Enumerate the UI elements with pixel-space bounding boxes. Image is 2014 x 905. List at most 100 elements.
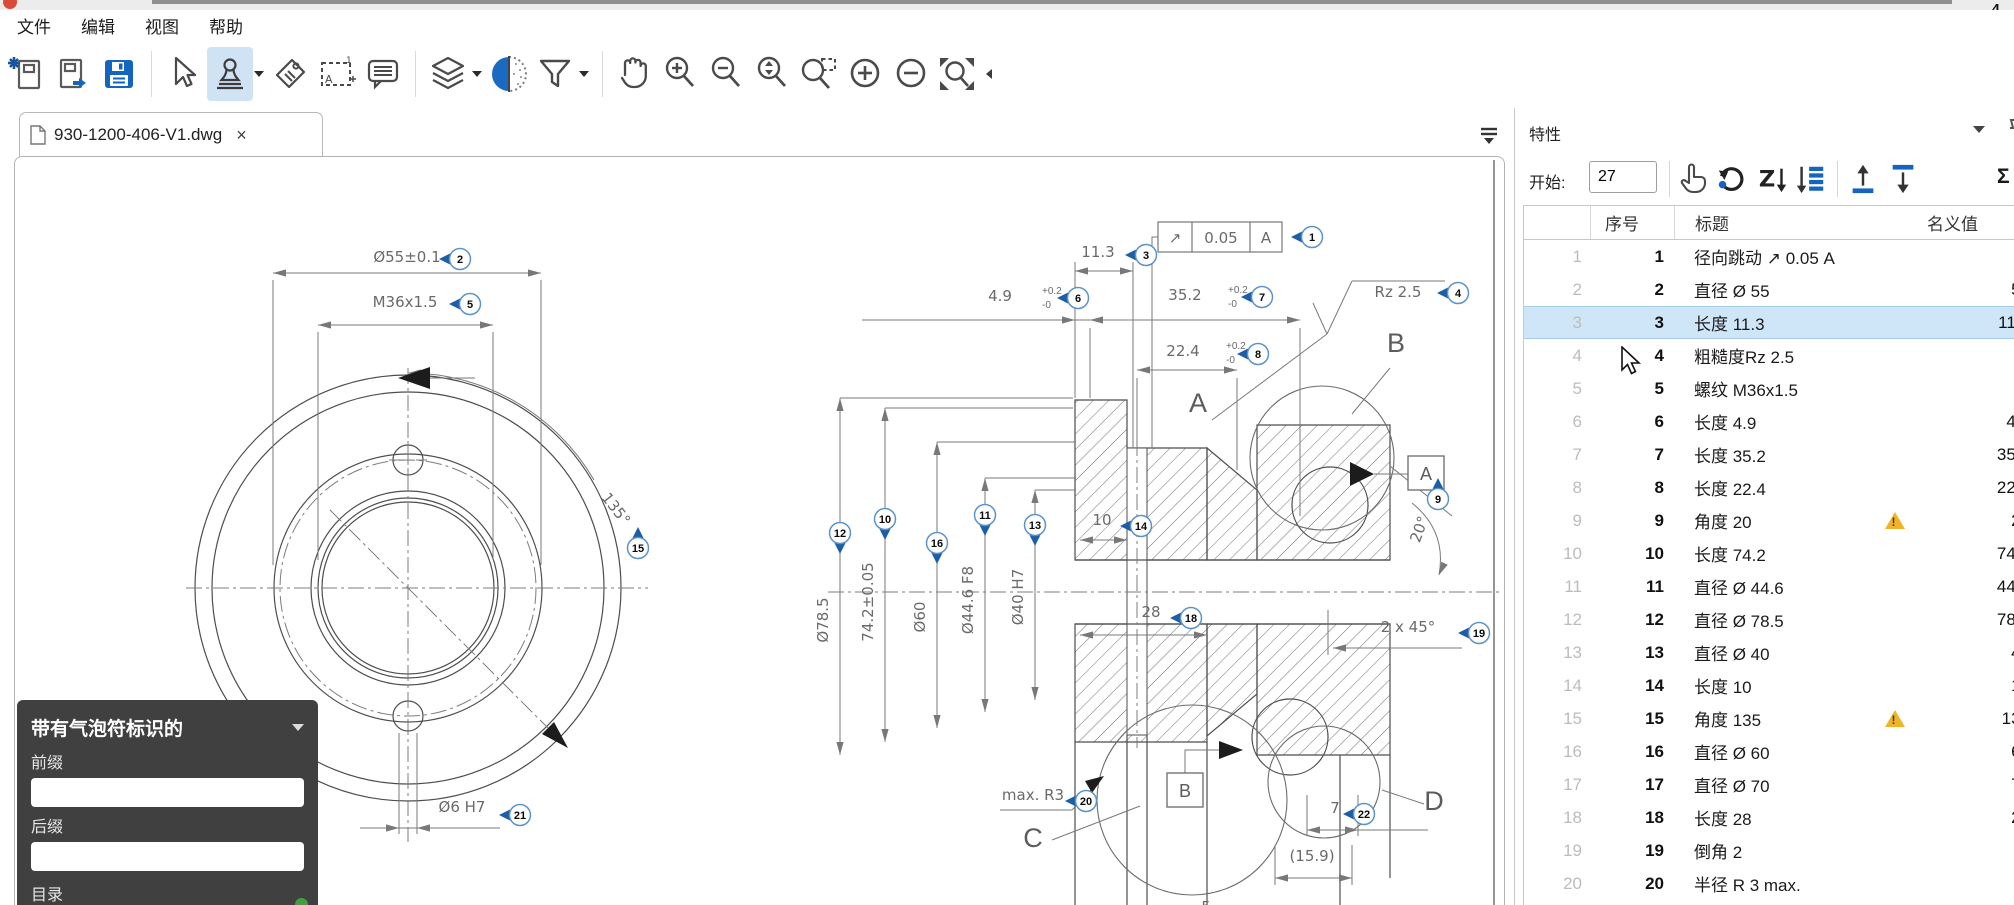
svg-text:6: 6 (1075, 293, 1081, 305)
filter-dropdown-icon[interactable] (579, 71, 589, 77)
column-header-no[interactable]: 序号 (1590, 206, 1674, 239)
sort-z-icon[interactable]: Z (1757, 163, 1789, 195)
column-header-value[interactable]: 名义值 (1927, 210, 2014, 235)
balloon-16[interactable]: 16 (927, 533, 948, 565)
column-header-title[interactable]: 标题 (1674, 206, 1862, 239)
zoom-extents-button[interactable] (934, 47, 980, 101)
balloon-12[interactable]: 12 (830, 523, 851, 555)
row-number: 7 (1590, 445, 1674, 465)
table-row-5[interactable]: 55螺纹 M36x1.5 (1524, 372, 2014, 405)
filter-button[interactable] (532, 47, 578, 101)
dim-text-chamfer: 2 x 45° (1381, 618, 1436, 636)
balloon-15[interactable]: 15 (628, 527, 649, 559)
controls-divider (1669, 161, 1670, 197)
svg-text:Z: Z (1759, 167, 1775, 193)
sort-list-icon[interactable] (1795, 163, 1827, 195)
flip-view-button[interactable] (486, 47, 532, 101)
dim-text-viewC: C (1023, 823, 1043, 853)
circle-minus-button[interactable] (888, 47, 934, 101)
hand-pointer-icon[interactable] (1677, 163, 1709, 195)
pan-button[interactable] (612, 47, 658, 101)
document-tab[interactable]: 930-1200-406-V1.dwg × (19, 112, 323, 157)
svg-text:-0: -0 (1228, 299, 1237, 310)
row-number: 18 (1590, 808, 1674, 828)
table-row-11[interactable]: 1111直径 Ø 44.644.6 (1524, 570, 2014, 603)
row-nominal-value: 135 (1927, 709, 2014, 729)
table-row-19[interactable]: 1919倒角 22 (1524, 834, 2014, 867)
table-row-10[interactable]: 1010长度 74.274.2 (1524, 537, 2014, 570)
balloon-3[interactable]: 3 (1125, 245, 1157, 266)
table-row-1[interactable]: 11径向跳动 ↗ 0.05 A (1524, 240, 2014, 273)
stamp-dropdown-icon[interactable] (254, 71, 264, 77)
tab-overflow-icon[interactable] (1478, 126, 1500, 146)
dim-text-dia6: Ø6 H7 (439, 798, 486, 816)
balloon-stamp-button[interactable] (207, 47, 253, 101)
menu-item-1[interactable]: 编辑 (81, 13, 115, 38)
circle-plus-button[interactable] (842, 47, 888, 101)
table-row-16[interactable]: 1616直径 Ø 6060 (1524, 735, 2014, 768)
menu-item-2[interactable]: 视图 (145, 13, 179, 38)
table-row-17[interactable]: 1717直径 Ø 7070 (1524, 768, 2014, 801)
sum-icon[interactable]: Σ (1997, 165, 2010, 189)
balloon-13[interactable]: 13 (1025, 515, 1046, 547)
row-number: 17 (1590, 775, 1674, 795)
tag-button[interactable] (268, 47, 314, 101)
chevron-down-icon[interactable] (1973, 126, 1985, 133)
layers-dropdown-icon[interactable] (472, 71, 482, 77)
table-row-13[interactable]: 1313直径 Ø 4040 (1524, 636, 2014, 669)
zoom-in-button[interactable] (658, 47, 704, 101)
capture-region-button[interactable]: A1 (314, 47, 360, 101)
chevron-down-icon[interactable] (292, 724, 304, 731)
move-top-icon[interactable] (1847, 163, 1879, 195)
balloon-20[interactable]: 20 (1065, 791, 1097, 812)
suffix-input[interactable] (31, 842, 304, 871)
open-file-button[interactable] (50, 47, 96, 101)
balloon-21[interactable]: 21 (499, 805, 531, 826)
select-cursor-button[interactable] (161, 47, 207, 101)
pin-icon[interactable] (2007, 118, 2014, 142)
tab-close-icon[interactable]: × (236, 125, 247, 146)
zoom-dynamic-button[interactable] (750, 47, 796, 101)
menu-item-0[interactable]: 文件 (17, 13, 51, 38)
zoom-window-button[interactable] (796, 47, 842, 101)
balloon-10[interactable]: 10 (875, 509, 896, 541)
balloon-11[interactable]: 11 (975, 505, 996, 537)
balloon-22[interactable]: 22 (1343, 804, 1375, 825)
move-bottom-icon[interactable] (1887, 163, 1919, 195)
directory-add-icon[interactable] (295, 898, 308, 905)
rotate-icon[interactable] (1715, 163, 1747, 195)
table-row-6[interactable]: 66长度 4.94.9 (1524, 405, 2014, 438)
balloon-2[interactable]: 2 (439, 249, 471, 270)
start-number-input[interactable] (1589, 161, 1657, 193)
zoom-out-button[interactable] (704, 47, 750, 101)
row-nominal-value: 20 (1927, 511, 2014, 531)
warning-icon (1885, 710, 1905, 727)
table-row-7[interactable]: 77长度 35.235.2 (1524, 438, 2014, 471)
table-row-2[interactable]: 22直径 Ø 5555 (1524, 273, 2014, 306)
collapse-arrow-icon[interactable] (986, 69, 992, 79)
table-row-9[interactable]: 99角度 2020 (1524, 504, 2014, 537)
new-file-button[interactable] (4, 47, 50, 101)
suffix-label: 后缀 (31, 813, 304, 837)
comment-button[interactable] (360, 47, 406, 101)
save-button[interactable] (96, 47, 142, 101)
table-row-18[interactable]: 1818长度 2828 (1524, 801, 2014, 834)
table-row-14[interactable]: 1414长度 1010 (1524, 669, 2014, 702)
balloon-5[interactable]: 5 (449, 294, 481, 315)
table-row-15[interactable]: 1515角度 135135 (1524, 702, 2014, 735)
table-row-8[interactable]: 88长度 22.422.4 (1524, 471, 2014, 504)
table-row-12[interactable]: 1212直径 Ø 78.578.5 (1524, 603, 2014, 636)
balloon-1[interactable]: 1 (1291, 227, 1323, 248)
balloon-19[interactable]: 19 (1458, 623, 1490, 644)
table-row-3[interactable]: 33长度 11.311.3 (1524, 306, 2014, 339)
row-title: 直径 Ø 60 (1674, 739, 1862, 764)
balloon-4[interactable]: 4 (1437, 283, 1469, 304)
menu-bar: 文件 编辑 视图 帮助 (0, 10, 2014, 40)
table-row-20[interactable]: 2020半径 R 3 max. (1524, 867, 2014, 900)
row-index: 11 (1524, 577, 1590, 597)
table-row-4[interactable]: 44粗糙度Rz 2.5 (1524, 339, 2014, 372)
layers-button[interactable] (425, 47, 471, 101)
prefix-input[interactable] (31, 778, 304, 807)
dim-text-len742: 74.2±0.05 (859, 562, 877, 641)
menu-item-3[interactable]: 帮助 (209, 13, 243, 38)
